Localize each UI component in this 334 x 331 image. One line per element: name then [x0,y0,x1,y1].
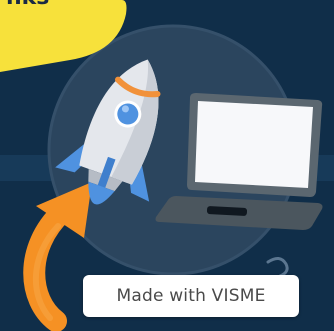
decorative-swirl [266,257,289,278]
banner-text: nks [6,0,49,10]
made-with-visme-badge[interactable]: Made with VISME [83,275,299,317]
illustration-canvas: nks [0,0,334,331]
badge-label: Made with VISME [116,286,266,306]
